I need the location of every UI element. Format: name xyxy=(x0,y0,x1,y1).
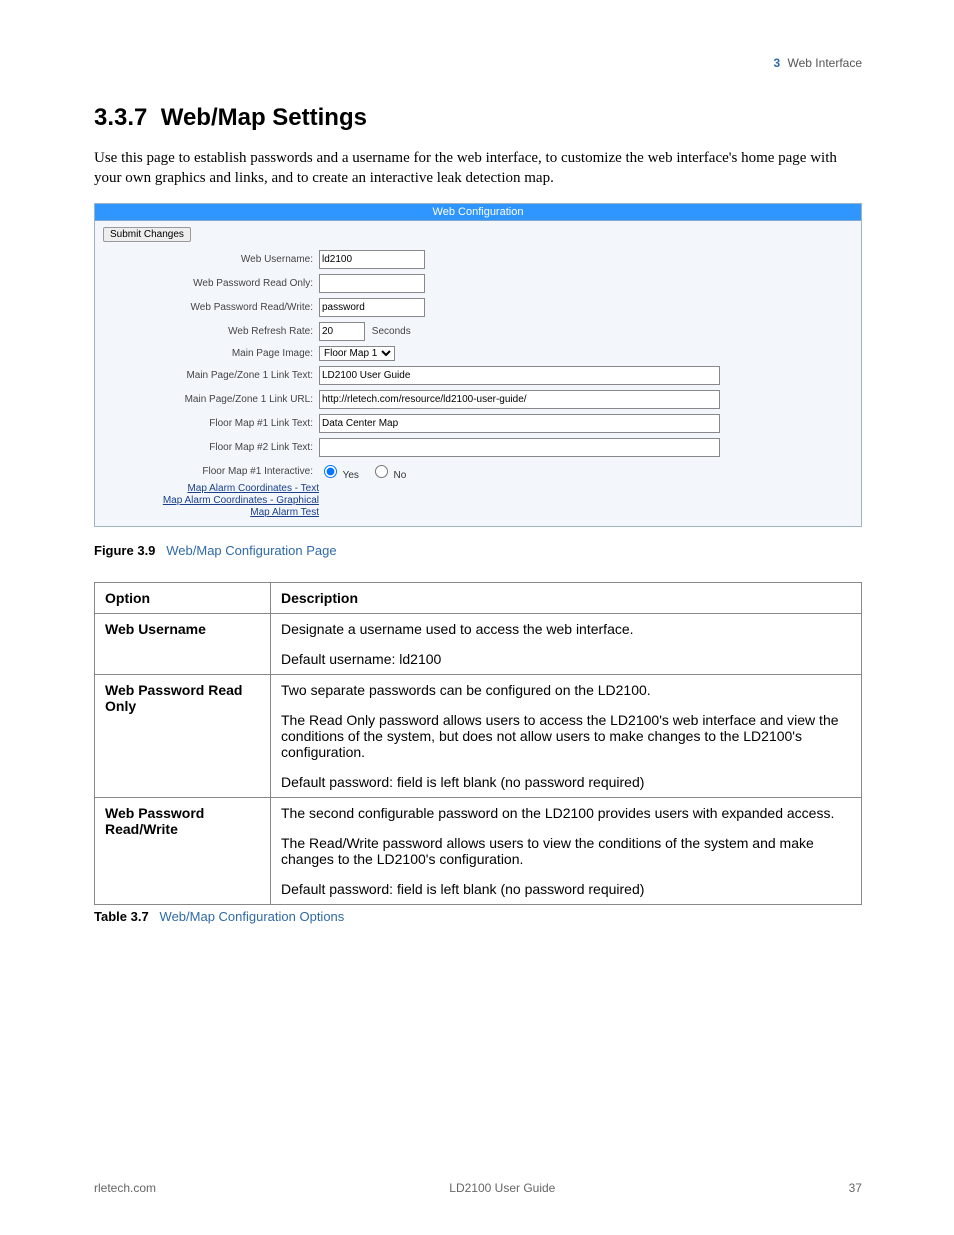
option-cell: Web Password Read/Write xyxy=(95,797,271,904)
option-cell: Web Password Read Only xyxy=(95,674,271,797)
figure-title: Web/Map Configuration Page xyxy=(166,543,336,558)
pw-readonly-input[interactable] xyxy=(319,274,425,293)
web-username-input[interactable] xyxy=(319,250,425,269)
floormap2-link-text-label: Floor Map #2 Link Text: xyxy=(103,442,313,453)
pw-readwrite-input[interactable] xyxy=(319,298,425,317)
refresh-rate-label: Web Refresh Rate: xyxy=(103,326,313,337)
floormap1-interactive-no-radio[interactable] xyxy=(375,465,388,478)
submit-changes-button[interactable]: Submit Changes xyxy=(103,227,191,242)
col-option-header: Option xyxy=(95,582,271,613)
web-config-screenshot: Web Configuration Submit Changes Web Use… xyxy=(94,203,862,527)
options-table: Option Description Web Username Designat… xyxy=(94,582,862,905)
footer-left: rletech.com xyxy=(94,1181,156,1195)
section-number: 3.3.7 xyxy=(94,104,147,131)
chapter-title: Web Interface xyxy=(788,56,862,70)
chapter-number: 3 xyxy=(773,56,780,70)
map-alarm-test-link[interactable]: Map Alarm Test xyxy=(250,507,319,518)
map-alarm-coords-text-link[interactable]: Map Alarm Coordinates - Text xyxy=(187,483,319,494)
main-page-image-label: Main Page Image: xyxy=(103,348,313,359)
page-footer: rletech.com LD2100 User Guide 37 xyxy=(94,1181,862,1195)
zone1-link-text-input[interactable] xyxy=(319,366,720,385)
description-cell: Two separate passwords can be configured… xyxy=(271,674,862,797)
table-row: Web Username Designate a username used t… xyxy=(95,613,862,674)
web-username-label: Web Username: xyxy=(103,254,313,265)
table-caption-title: Web/Map Configuration Options xyxy=(160,909,345,924)
table-caption: Table 3.7 Web/Map Configuration Options xyxy=(94,909,862,924)
floormap1-interactive-yes-radio[interactable] xyxy=(324,465,337,478)
figure-caption: Figure 3.9 Web/Map Configuration Page xyxy=(94,543,862,558)
floormap1-link-text-input[interactable] xyxy=(319,414,720,433)
pw-readwrite-label: Web Password Read/Write: xyxy=(103,302,313,313)
table-label: Table 3.7 xyxy=(94,909,149,924)
floormap1-link-text-label: Floor Map #1 Link Text: xyxy=(103,418,313,429)
figure-label: Figure 3.9 xyxy=(94,543,155,558)
pw-readonly-label: Web Password Read Only: xyxy=(103,278,313,289)
page-header: 3 Web Interface xyxy=(94,56,862,70)
zone1-link-text-label: Main Page/Zone 1 Link Text: xyxy=(103,370,313,381)
footer-center: LD2100 User Guide xyxy=(449,1181,555,1195)
refresh-rate-suffix: Seconds xyxy=(372,326,411,337)
table-row: Web Password Read Only Two separate pass… xyxy=(95,674,862,797)
zone1-link-url-input[interactable] xyxy=(319,390,720,409)
section-title: Web/Map Settings xyxy=(161,104,367,131)
description-cell: The second configurable password on the … xyxy=(271,797,862,904)
intro-paragraph: Use this page to establish passwords and… xyxy=(94,148,862,189)
main-page-image-select[interactable]: Floor Map 1 xyxy=(319,346,395,361)
map-alarm-coords-graphical-link[interactable]: Map Alarm Coordinates - Graphical xyxy=(163,495,319,506)
col-description-header: Description xyxy=(271,582,862,613)
panel-title: Web Configuration xyxy=(95,204,861,221)
refresh-rate-input[interactable] xyxy=(319,322,365,341)
option-cell: Web Username xyxy=(95,613,271,674)
floormap1-interactive-label: Floor Map #1 Interactive: xyxy=(103,466,313,477)
zone1-link-url-label: Main Page/Zone 1 Link URL: xyxy=(103,394,313,405)
description-cell: Designate a username used to access the … xyxy=(271,613,862,674)
footer-right: 37 xyxy=(849,1181,862,1195)
section-heading: 3.3.7 Web/Map Settings xyxy=(94,104,862,132)
floormap2-link-text-input[interactable] xyxy=(319,438,720,457)
table-row: Web Password Read/Write The second confi… xyxy=(95,797,862,904)
